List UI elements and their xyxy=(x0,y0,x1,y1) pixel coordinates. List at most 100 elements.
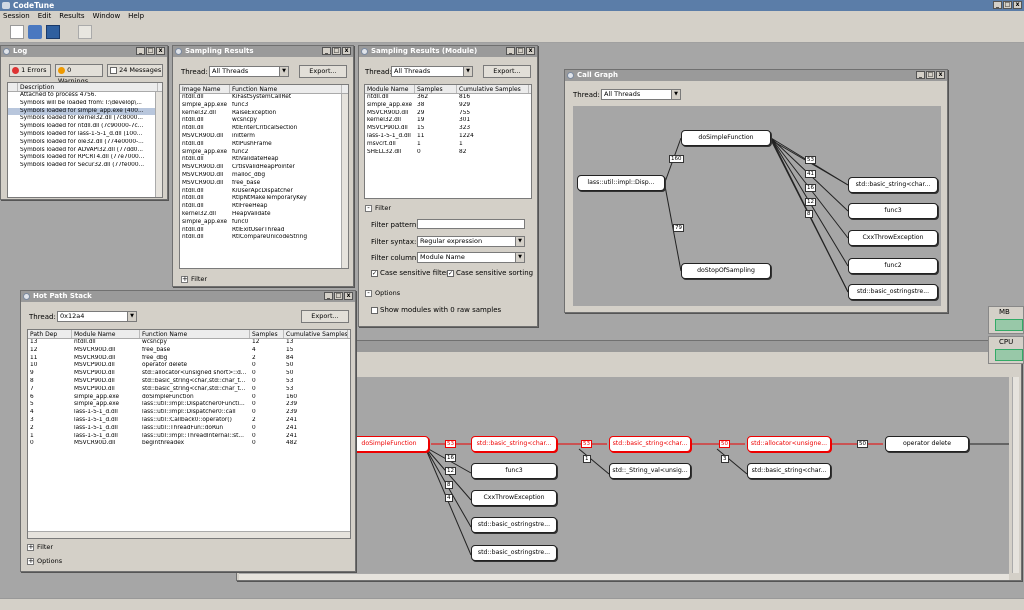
list-item[interactable]: Symbols loaded for ntdll.dll (7c90000-7c… xyxy=(18,123,143,131)
table-row[interactable]: kernel32.dll 19 301 xyxy=(365,117,531,125)
maximize-button[interactable]: □ xyxy=(516,47,525,55)
hot-node-ostringstream-2[interactable]: std::basic_ostringstre... xyxy=(471,545,557,561)
table-row[interactable]: 5 simple_app.exe lass::util::impl::Dispatc… xyxy=(28,401,350,409)
node-dosimplefunction[interactable]: doSimpleFunction xyxy=(681,130,771,146)
filter-section[interactable]: - Filter xyxy=(365,204,391,212)
app-minimize-button[interactable]: _ xyxy=(993,1,1002,9)
table-row[interactable]: ntdll.dll 362 816 xyxy=(365,94,531,102)
table-row[interactable]: ntdll.dll RtlValidateHeap xyxy=(180,156,348,164)
table-row[interactable]: simple_app.exe 38 929 xyxy=(365,102,531,110)
list-item[interactable]: Symbols loaded for simple_app.exe (400..… xyxy=(18,108,144,116)
table-row[interactable]: ntdll.dll RtlPushFrame xyxy=(180,141,348,149)
list-item[interactable]: Symbols loaded for RPCRT4.dll (77e7000..… xyxy=(18,154,144,162)
hot-node-string-val[interactable]: std::_String_val<unsig... xyxy=(609,463,691,479)
menu-help[interactable]: Help xyxy=(128,11,144,22)
list-item[interactable]: Symbols loaded for lass-1-5-1_d.dll (100… xyxy=(18,131,142,139)
menu-edit[interactable]: Edit xyxy=(38,11,52,22)
horizontal-scrollbar[interactable] xyxy=(28,531,350,538)
table-row[interactable]: 8 MSVCP90D.dll std::basic_string<char,std:… xyxy=(28,378,350,386)
table-row[interactable]: 6 simple_app.exe doSimpleFunction 0 160 xyxy=(28,394,350,402)
save-icon[interactable] xyxy=(46,25,60,39)
table-row[interactable]: 13 ntdll.dll wcsncpy 12 13 xyxy=(28,339,350,347)
table-row[interactable]: 0 MSVCR90D.dll beginthreadex 0 482 xyxy=(28,440,350,448)
table-row[interactable]: MSVCP90D.dll 15 323 xyxy=(365,125,531,133)
column-header[interactable]: Samples xyxy=(415,85,457,93)
table-row[interactable]: ntdll.dll RtlCompareUnicodeString xyxy=(180,234,348,242)
export-button[interactable]: Export... xyxy=(299,65,347,78)
table-row[interactable]: msvcrt.dll 1 1 xyxy=(365,141,531,149)
table-row[interactable]: 4 lass-1-5-1_d.dll lass::util::impl::Dispa… xyxy=(28,409,350,417)
table-row[interactable]: 3 lass-1-5-1_d.dll lass::util::Callback0::… xyxy=(28,417,350,425)
table-row[interactable]: 11 MSVCR90D.dll free_dbg 2 84 xyxy=(28,355,350,363)
hot-node-dosimplefunction[interactable]: doSimpleFunction xyxy=(349,436,429,452)
table-row[interactable]: 2 lass-1-5-1_d.dll lass::util::ThreadFun::… xyxy=(28,425,350,433)
vertical-scrollbar[interactable] xyxy=(1012,377,1019,573)
close-button[interactable]: x xyxy=(342,47,351,55)
hot-node-basic-string-3[interactable]: std::basic_string<char... xyxy=(747,463,831,479)
minimize-button[interactable]: _ xyxy=(916,71,925,79)
filter-section[interactable]: + Filter xyxy=(181,275,207,283)
column-header[interactable]: Module Name xyxy=(72,330,140,338)
vertical-scrollbar[interactable] xyxy=(341,94,348,268)
table-row[interactable]: 10 MSVCP90D.dll operator delete 0 50 xyxy=(28,362,350,370)
minimize-button[interactable]: _ xyxy=(136,47,145,55)
close-button[interactable]: x xyxy=(344,292,353,300)
table-row[interactable]: kernel32.dll HeapValidate xyxy=(180,211,348,219)
table-row[interactable]: ntdll.dll KiFastSystemCallRet xyxy=(180,94,348,102)
column-header[interactable]: Function Name xyxy=(140,330,250,338)
close-button[interactable]: x xyxy=(526,47,535,55)
options-section[interactable]: - Options xyxy=(365,289,400,297)
column-header[interactable]: Cumulative Samples xyxy=(457,85,529,93)
list-item[interactable]: Attached to process 4756. xyxy=(18,92,96,100)
table-row[interactable]: MSVCR90D.dll free_base xyxy=(180,180,348,188)
case-filter-checkbox[interactable]: ✓ Case sensitive filter xyxy=(371,269,449,277)
messages-button[interactable]: 24 Messages xyxy=(107,64,163,77)
maximize-button[interactable]: □ xyxy=(332,47,341,55)
list-item[interactable]: Symbols will be loaded from: I:\develop\… xyxy=(18,100,142,108)
table-row[interactable]: MSVCR90D.dll malloc_dbg xyxy=(180,172,348,180)
table-row[interactable]: ntdll.dll wcsncpy xyxy=(180,117,348,125)
minimize-button[interactable]: _ xyxy=(324,292,333,300)
thread-select[interactable]: All Threads ▼ xyxy=(391,66,473,77)
export-button[interactable]: Export... xyxy=(301,310,349,323)
options-section[interactable]: + Options xyxy=(27,557,62,565)
list-item[interactable]: Symbols loaded for Secur32.dll (77fe000.… xyxy=(18,162,144,170)
table-row[interactable]: 7 MSVCP90D.dll std::basic_string<char,std:… xyxy=(28,386,350,394)
errors-button[interactable]: 1 Errors xyxy=(9,64,51,77)
node-cxxthrowexception[interactable]: CxxThrowException xyxy=(848,230,938,246)
table-row[interactable]: 12 MSVCR90D.dll free_base 4 15 xyxy=(28,347,350,355)
column-header[interactable]: Image Name xyxy=(180,85,230,93)
thread-select[interactable]: All Threads ▼ xyxy=(601,89,681,100)
filter-pattern-input[interactable] xyxy=(417,219,525,229)
hot-node-basic-string-1[interactable]: std::basic_string<char... xyxy=(471,436,557,452)
hot-node-cxxthrowexception[interactable]: CxxThrowException xyxy=(471,490,557,506)
maximize-button[interactable]: □ xyxy=(926,71,935,79)
hot-node-func3[interactable]: func3 xyxy=(471,463,557,479)
maximize-button[interactable]: □ xyxy=(146,47,155,55)
thread-select[interactable]: 0x12a4 ▼ xyxy=(57,311,137,322)
table-row[interactable]: 1 lass-1-5-1_d.dll lass::util::impl::Threa… xyxy=(28,433,350,441)
minimize-button[interactable]: _ xyxy=(322,47,331,55)
maximize-button[interactable]: □ xyxy=(334,292,343,300)
list-item[interactable]: Symbols loaded for kernel32.dll (7c8000.… xyxy=(18,115,143,123)
node-basic-string[interactable]: std::basic_string<char... xyxy=(848,177,938,193)
node-func2[interactable]: func2 xyxy=(848,258,938,274)
filter-syntax-select[interactable]: Regular expression ▼ xyxy=(417,236,525,247)
column-header[interactable]: Path Dep xyxy=(28,330,72,338)
new-file-icon[interactable] xyxy=(10,25,24,39)
filter-section[interactable]: + Filter xyxy=(27,543,53,551)
thread-select[interactable]: All Threads ▼ xyxy=(209,66,289,77)
table-row[interactable]: lass-1-5-1_d.dll 11 1224 xyxy=(365,133,531,141)
open-folder-icon[interactable] xyxy=(28,25,42,39)
close-button[interactable]: x xyxy=(156,47,165,55)
app-close-button[interactable]: x xyxy=(1013,1,1022,9)
table-row[interactable]: ntdll.dll RtlExitUserThread xyxy=(180,227,348,235)
hot-node-allocator[interactable]: std::allocator<unsigne... xyxy=(747,436,831,452)
table-row[interactable]: SHELL32.dll 0 82 xyxy=(365,149,531,157)
menu-results[interactable]: Results xyxy=(59,11,84,22)
list-item[interactable]: Symbols loaded for ADVAPI32.dll (77dd0..… xyxy=(18,147,143,155)
vertical-scrollbar[interactable] xyxy=(155,92,162,197)
column-header[interactable]: Function Name xyxy=(230,85,342,93)
app-maximize-button[interactable]: □ xyxy=(1003,1,1012,9)
table-row[interactable]: kernel32.dll RaiseException xyxy=(180,110,348,118)
